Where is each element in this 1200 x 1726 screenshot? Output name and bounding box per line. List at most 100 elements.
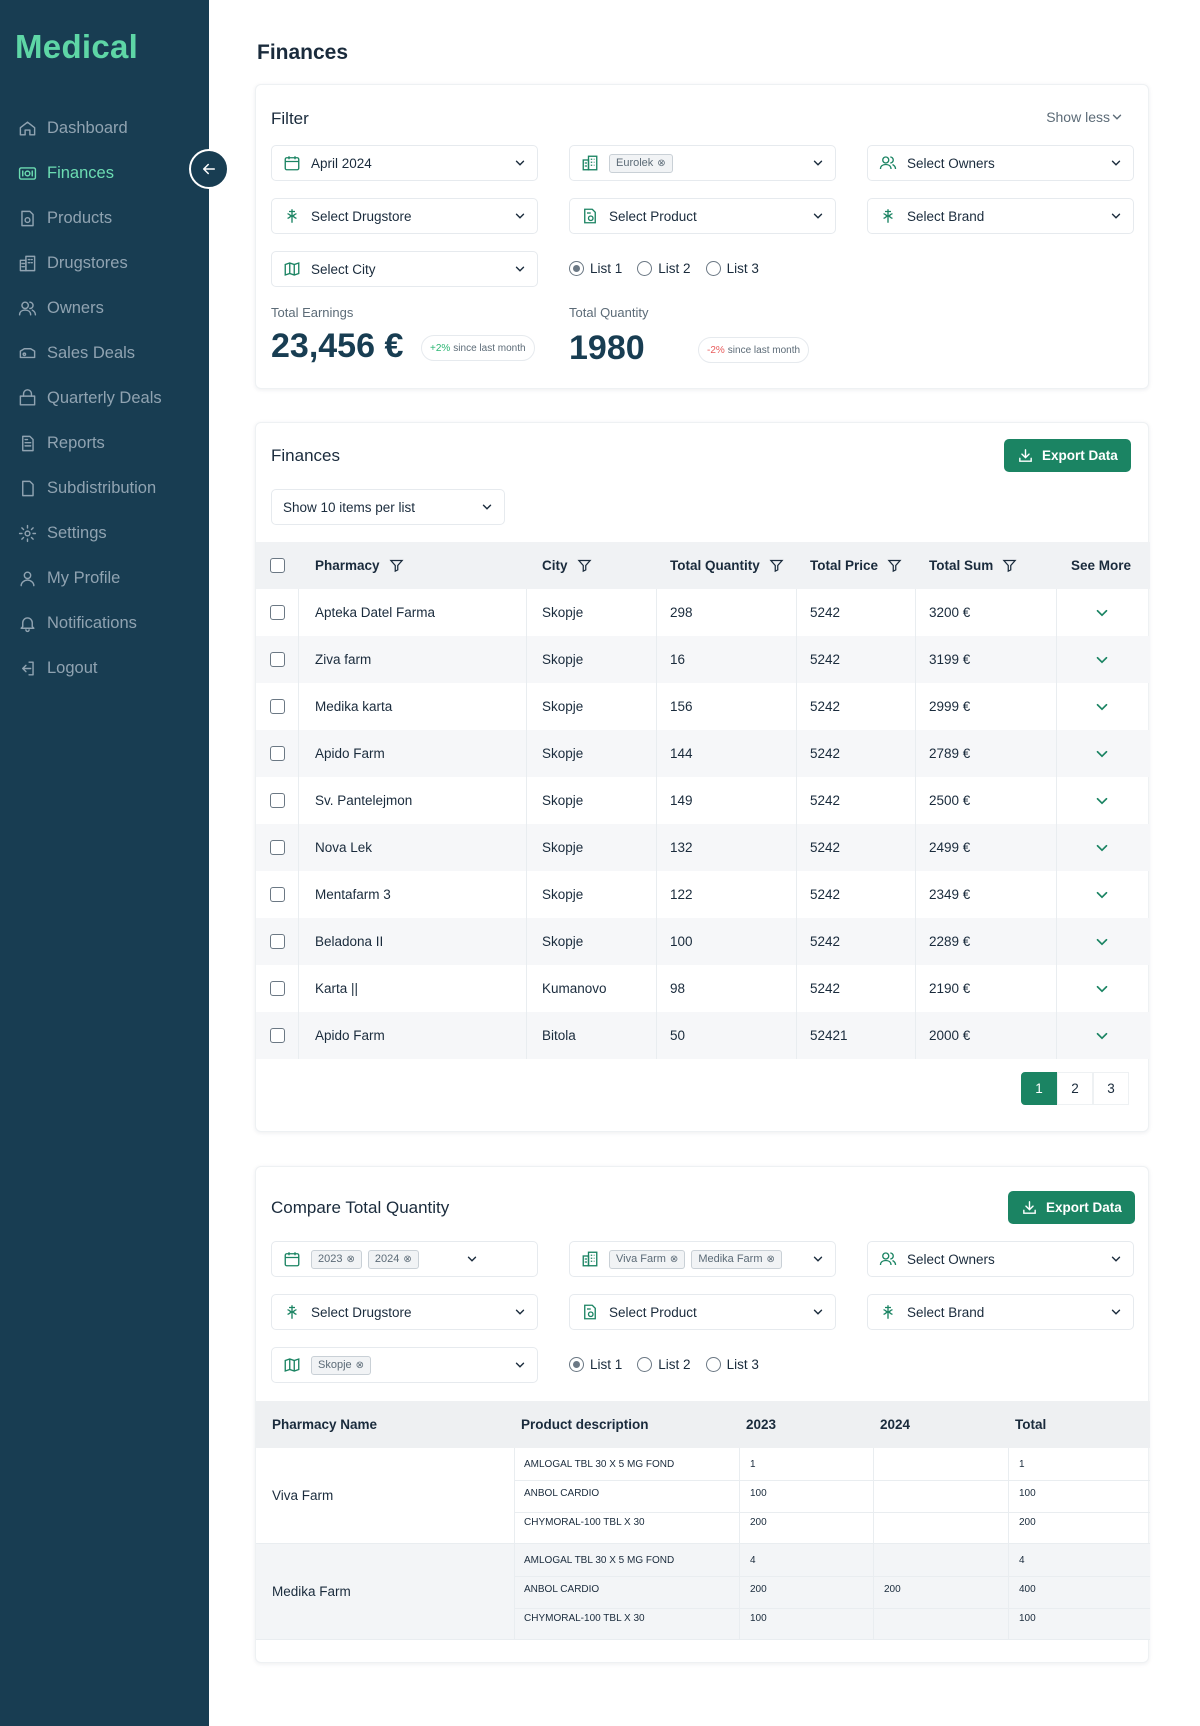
brand-placeholder: Select Brand — [907, 208, 985, 224]
remove-chip-icon[interactable]: ⊗ — [403, 1254, 411, 1265]
filter-icon[interactable] — [1002, 558, 1017, 573]
sidebar-item-notifications[interactable]: Notifications — [0, 601, 209, 646]
cell-product-description: CHYMORAL-100 TBL X 30 — [524, 1613, 645, 1624]
page-2-button[interactable]: 2 — [1057, 1072, 1093, 1105]
filter-icon[interactable] — [577, 558, 592, 573]
row-checkbox[interactable] — [270, 887, 285, 902]
sidebar-item-finances[interactable]: Finances — [0, 151, 209, 196]
cell-price: 5242 — [810, 652, 841, 667]
sidebar-item-subdistribution[interactable]: Subdistribution — [0, 466, 209, 511]
expand-row-button[interactable] — [1093, 730, 1111, 777]
expand-row-button[interactable] — [1093, 777, 1111, 824]
compare-export-data-button[interactable]: Export Data — [1008, 1191, 1135, 1224]
sidebar-item-logout[interactable]: Logout — [0, 646, 209, 691]
compare-radio-list-1[interactable]: List 1 — [569, 1357, 622, 1372]
home-icon — [17, 119, 37, 139]
expand-row-button[interactable] — [1093, 636, 1111, 683]
row-checkbox[interactable] — [270, 981, 285, 996]
sidebar-item-quarterly-deals[interactable]: Quarterly Deals — [0, 376, 209, 421]
sidebar-item-owners[interactable]: Owners — [0, 286, 209, 331]
compare-radio-list-2[interactable]: List 2 — [637, 1357, 691, 1372]
compare-group: Medika Farm AMLOGAL TBL 30 X 5 MG FOND 4 4 A… — [256, 1544, 1150, 1640]
row-checkbox[interactable] — [270, 652, 285, 667]
expand-row-button[interactable] — [1093, 965, 1111, 1012]
row-checkbox[interactable] — [270, 699, 285, 714]
drugstore-chain-select[interactable]: Eurolek ⊗ — [569, 145, 836, 181]
row-checkbox[interactable] — [270, 605, 285, 620]
chip-viva-farm[interactable]: Viva Farm ⊗ — [609, 1249, 686, 1269]
sidebar-item-sales-deals[interactable]: Sales Deals — [0, 331, 209, 376]
product-select[interactable]: Select Product — [569, 198, 836, 234]
date-select[interactable]: April 2024 — [271, 145, 538, 181]
per-page-select[interactable]: Show 10 items per list — [271, 489, 505, 525]
page-1-button[interactable]: 1 — [1021, 1072, 1057, 1105]
row-checkbox[interactable] — [270, 746, 285, 761]
cell-product-description: AMLOGAL TBL 30 X 5 MG FOND — [524, 1555, 675, 1566]
brand-select[interactable]: Select Brand — [867, 198, 1134, 234]
remove-chip-icon[interactable]: ⊗ — [657, 158, 665, 169]
compare-owners-select[interactable]: Select Owners — [867, 1241, 1134, 1277]
export-data-button[interactable]: Export Data — [1004, 439, 1131, 472]
remove-chip-icon[interactable]: ⊗ — [346, 1254, 354, 1265]
expand-row-button[interactable] — [1093, 918, 1111, 965]
remove-chip-icon[interactable]: ⊗ — [767, 1254, 775, 1265]
sidebar-item-my-profile[interactable]: My Profile — [0, 556, 209, 601]
radio-list-2[interactable]: List 2 — [637, 261, 691, 276]
cell-sum: 2190 € — [929, 981, 971, 996]
compare-product-select[interactable]: Select Product — [569, 1294, 836, 1330]
filter-icon[interactable] — [887, 558, 902, 573]
chip-2023[interactable]: 2023 ⊗ — [311, 1249, 362, 1269]
radio-list-1[interactable]: List 1 — [569, 261, 622, 276]
expand-row-button[interactable] — [1093, 1012, 1111, 1059]
chip-2024[interactable]: 2024 ⊗ — [367, 1249, 419, 1269]
quarterly-deals-icon — [17, 389, 37, 409]
filter-icon[interactable] — [769, 558, 784, 573]
expand-row-button[interactable] — [1093, 589, 1111, 636]
cell-total: 200 — [1019, 1517, 1036, 1528]
collapse-sidebar-button[interactable] — [189, 149, 229, 189]
radio-list-3[interactable]: List 3 — [705, 261, 759, 276]
chevron-down-icon — [515, 1362, 525, 1368]
sidebar-item-reports[interactable]: Reports — [0, 421, 209, 466]
city-select[interactable]: Select City — [271, 251, 538, 287]
expand-row-button[interactable] — [1093, 683, 1111, 730]
show-less-toggle[interactable]: Show less — [1046, 109, 1124, 125]
row-checkbox[interactable] — [270, 1028, 285, 1043]
year-select[interactable]: 2023 ⊗ 2024 ⊗ — [271, 1241, 538, 1277]
compare-drugstore-select[interactable]: Select Drugstore — [271, 1294, 538, 1330]
compare-brand-select[interactable]: Select Brand — [867, 1294, 1134, 1330]
row-checkbox[interactable] — [270, 840, 285, 855]
pharmacy-select[interactable]: Viva Farm ⊗ Medika Farm ⊗ — [569, 1241, 836, 1277]
cell-city: Kumanovo — [542, 981, 607, 996]
row-checkbox[interactable] — [270, 934, 285, 949]
chevron-down-icon — [515, 266, 525, 272]
sidebar-item-dashboard[interactable]: Dashboard — [0, 106, 209, 151]
compare-radio-list-3[interactable]: List 3 — [705, 1357, 759, 1372]
page-3-button[interactable]: 3 — [1093, 1072, 1129, 1105]
cell-pharmacy: Apido Farm — [315, 746, 385, 761]
expand-row-button[interactable] — [1093, 871, 1111, 918]
chevron-down-icon — [1096, 750, 1108, 757]
cell-2023: 4 — [750, 1555, 756, 1566]
sidebar-item-settings[interactable]: Settings — [0, 511, 209, 556]
drugstore-select[interactable]: Select Drugstore — [271, 198, 538, 234]
sidebar-item-products[interactable]: Products — [0, 196, 209, 241]
expand-row-button[interactable] — [1093, 824, 1111, 871]
chevron-down-icon — [1096, 891, 1108, 898]
chip-eurolek[interactable]: Eurolek ⊗ — [609, 153, 673, 173]
chip-skopje[interactable]: Skopje ⊗ — [311, 1355, 372, 1375]
chevron-down-icon — [813, 1309, 823, 1315]
owners-select[interactable]: Select Owners — [867, 145, 1134, 181]
select-all-checkbox[interactable] — [270, 558, 285, 573]
sidebar-item-drugstores[interactable]: Drugstores — [0, 241, 209, 286]
cell-2023: 200 — [750, 1584, 767, 1595]
compare-city-select[interactable]: Skopje ⊗ — [271, 1347, 538, 1383]
remove-chip-icon[interactable]: ⊗ — [670, 1254, 678, 1265]
row-checkbox[interactable] — [270, 793, 285, 808]
filter-icon[interactable] — [389, 558, 404, 573]
cell-product-description: AMLOGAL TBL 30 X 5 MG FOND — [524, 1459, 675, 1470]
user-icon — [17, 569, 37, 589]
remove-chip-icon[interactable]: ⊗ — [356, 1360, 364, 1371]
chip-medika-farm[interactable]: Medika Farm ⊗ — [691, 1249, 782, 1269]
cell-product-description: ANBOL CARDIO — [524, 1488, 600, 1499]
